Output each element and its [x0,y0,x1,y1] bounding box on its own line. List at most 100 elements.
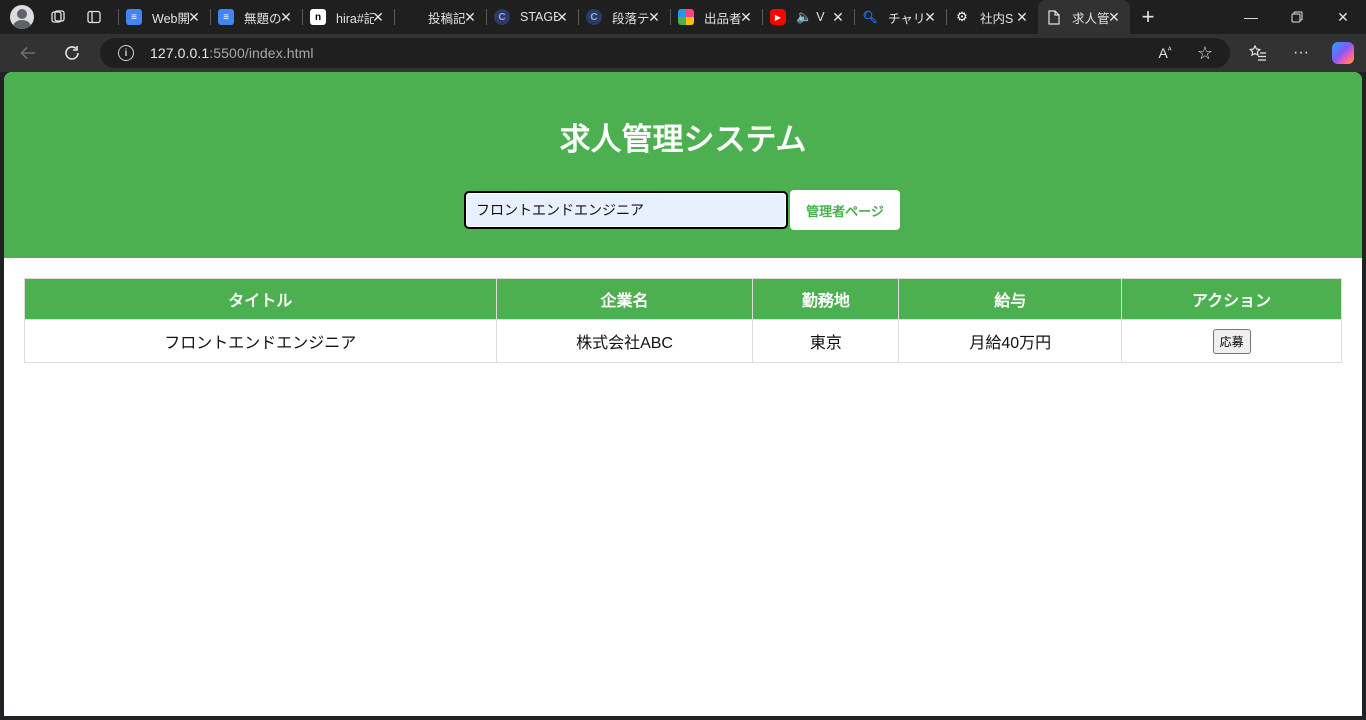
close-icon[interactable]: ✕ [738,9,754,25]
column-header-location: 勤務地 [752,278,900,320]
copilot-icon [1332,42,1354,64]
docs-icon: ≡ [218,9,234,25]
close-icon[interactable]: ✕ [186,9,202,25]
workspaces-button[interactable] [40,0,76,34]
page-title: 求人管理システム [559,122,807,157]
table-header-row: タイトル 企業名 勤務地 給与 アクション [24,278,1342,320]
restore-icon [1291,11,1303,23]
table-row: フロントエンドエンジニア 株式会社ABC 東京 月給40万円 応募 [24,319,1342,363]
back-button[interactable] [12,37,44,69]
tab-label: チャリD [888,11,926,26]
speaker-icon[interactable]: 🔈 [796,9,812,25]
close-icon[interactable]: ✕ [646,9,662,25]
tab-label: 投稿記 [428,11,466,26]
tab-5[interactable]: C 段落テ ✕ [578,0,670,34]
tab-10-active[interactable]: 求人管 ✕ [1038,0,1130,34]
close-icon[interactable]: ✕ [1106,9,1122,25]
tab-actions-button[interactable] [76,0,112,34]
stage-icon: C [494,9,510,25]
reload-button[interactable] [56,37,88,69]
tab-4[interactable]: C STAGE ✕ [486,0,578,34]
job-title-cell: フロントエンドエンジニア [24,319,497,363]
job-table: タイトル 企業名 勤務地 給与 アクション フロントエンドエンジニア 株式会社A… [24,278,1342,363]
address-bar[interactable]: i 127.0.0.1:5500/index.html [100,38,1230,68]
youtube-icon: ▶ [770,9,786,25]
tab-3[interactable]: 投稿記 ✕ [394,0,486,34]
tab-label: 出品者 [704,11,742,26]
workspaces-icon [51,10,65,23]
tab-label: STAGE [520,10,558,24]
docs-icon: ≡ [126,9,142,25]
page-header: 求人管理システム 管理者ページ [4,72,1362,258]
page-icon [1046,9,1062,25]
close-icon[interactable]: ✕ [554,9,570,25]
back-arrow-icon [20,46,35,60]
close-icon[interactable]: ✕ [278,9,294,25]
tab-label: 無題の [244,11,282,26]
tab-label: V [816,10,825,24]
search-icon: 🔍︎ [862,10,878,24]
read-aloud-icon: Aᴬ [1158,45,1172,61]
minimize-icon: — [1244,9,1258,25]
close-icon[interactable]: ✕ [462,9,478,25]
favorites-list-icon [1249,44,1266,61]
column-header-company: 企業名 [495,278,754,320]
profile-button[interactable] [4,0,40,34]
stage-icon: C [586,9,602,25]
search-input[interactable] [464,191,788,229]
tab-9[interactable]: ⚙ 社内S ✕ [946,0,1038,34]
tab-8[interactable]: 🔍︎ チャリD ✕ [854,0,946,34]
tab-0[interactable]: ≡ Web開 ✕ [118,0,210,34]
favorites-list-button[interactable] [1242,37,1274,69]
blank-icon [402,9,418,25]
url-path: :5500/index.html [209,45,314,61]
tab-label: 求人管 [1072,11,1110,26]
url-text[interactable]: 127.0.0.1:5500/index.html [150,45,314,61]
tab-7[interactable]: ▶ 🔈 V ✕ [762,0,854,34]
info-icon[interactable]: i [118,45,134,61]
action-cell: 応募 [1121,319,1342,363]
apply-button[interactable]: 応募 [1212,328,1251,354]
tab-6[interactable]: 出品者 ✕ [670,0,762,34]
star-icon: ☆ [1196,42,1214,63]
note-icon: n [310,9,326,25]
tab-label: 段落テ [612,11,650,26]
url-host: 127.0.0.1 [150,45,210,61]
tab-1[interactable]: ≡ 無題の ✕ [210,0,302,34]
close-icon[interactable]: ✕ [1014,9,1030,25]
column-header-title: タイトル [24,278,497,320]
close-window-icon: ✕ [1337,8,1349,25]
tab-label: Web開 [152,11,190,26]
close-icon[interactable]: ✕ [922,9,938,25]
tab-label: 社内S [980,11,1014,26]
read-aloud-button[interactable]: Aᴬ [1149,37,1181,69]
company-cell: 株式会社ABC [495,319,754,363]
admin-page-button[interactable]: 管理者ページ [790,190,900,230]
location-cell: 東京 [752,319,900,363]
tab-list: ≡ Web開 ✕ ≡ 無題の ✕ n hira#記 ✕ 投稿記 ✕ C STAG… [118,0,1130,34]
favorite-button[interactable]: ☆ [1189,37,1221,69]
salary-cell: 月給40万円 [898,319,1123,363]
minimize-button[interactable]: — [1228,0,1274,34]
tab-strip: ≡ Web開 ✕ ≡ 無題の ✕ n hira#記 ✕ 投稿記 ✕ C STAG… [0,0,1366,34]
page-viewport: 求人管理システム 管理者ページ タイトル 企業名 勤務地 給与 アクション フロ… [4,72,1362,716]
openai-icon: ⚙ [956,9,968,24]
more-menu-button[interactable]: ··· [1285,37,1317,69]
copilot-button[interactable] [1327,37,1359,69]
tab-label: hira#記 [336,11,374,26]
reload-icon [65,46,79,60]
plus-icon: + [1141,4,1155,29]
restore-button[interactable] [1274,0,1320,34]
browser-toolbar: i 127.0.0.1:5500/index.html Aᴬ ☆ ··· [0,34,1366,72]
close-window-button[interactable]: ✕ [1320,0,1366,34]
color-icon [678,9,694,25]
column-header-salary: 給与 [898,278,1123,320]
tab-actions-icon [87,10,101,24]
new-tab-button[interactable]: + [1130,0,1166,34]
tab-2[interactable]: n hira#記 ✕ [302,0,394,34]
more-icon: ··· [1293,44,1309,61]
close-icon[interactable]: ✕ [370,9,386,25]
profile-icon [10,5,34,29]
close-icon[interactable]: ✕ [830,9,846,25]
column-header-action: アクション [1121,278,1342,320]
